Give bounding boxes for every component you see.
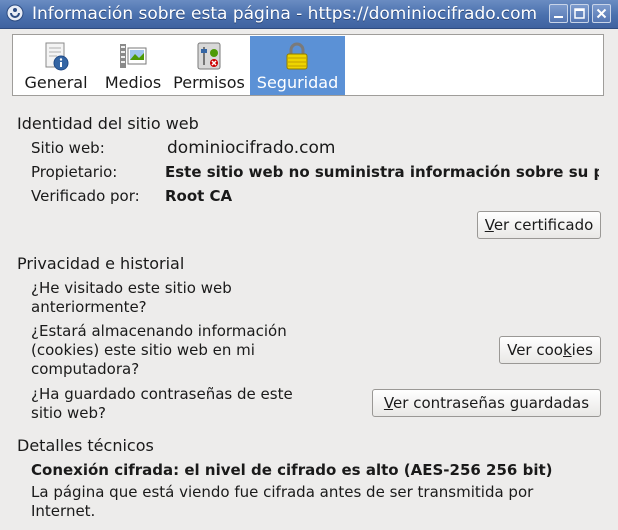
identity-heading: Identidad del sitio web <box>17 114 199 133</box>
tab-media[interactable]: Medios <box>98 36 168 95</box>
close-button[interactable] <box>592 4 611 23</box>
verified-label: Verificado por: <box>31 187 140 205</box>
media-images-icon <box>120 44 147 68</box>
privacy-heading: Privacidad e historial <box>17 254 185 273</box>
tab-permissions-label: Permisos <box>173 73 245 92</box>
view-passwords-accelerator: V <box>383 394 394 412</box>
info-document-icon <box>45 42 69 71</box>
view-certificate-button[interactable]: Ver certificado <box>477 211 601 239</box>
view-cookies-button[interactable]: Ver cookies <box>499 336 601 364</box>
view-cookies-accelerator: k <box>562 341 572 359</box>
passwords-question: ¿Ha guardado contraseñas de este sitio w… <box>31 385 293 422</box>
encryption-description: La página que está viendo fue cifrada an… <box>31 483 534 520</box>
owner-label: Propietario: <box>31 163 118 181</box>
app-icon <box>6 4 24 22</box>
site-label: Sitio web: <box>31 139 105 157</box>
cookies-question: ¿Estará almacenando información (cookies… <box>31 322 287 378</box>
tab-media-label: Medios <box>104 73 162 92</box>
close-icon <box>596 8 607 19</box>
minimize-icon <box>554 16 563 18</box>
visited-question: ¿He visitado este sitio web anteriorment… <box>31 279 232 316</box>
technical-heading: Detalles técnicos <box>17 436 154 455</box>
tab-security-label: Seguridad <box>256 73 339 92</box>
maximize-icon <box>574 8 585 19</box>
maximize-button[interactable] <box>570 4 589 23</box>
view-cert-accelerator: V <box>484 216 494 234</box>
window-title: Información sobre esta página - https://… <box>32 4 538 24</box>
site-value: dominiocifrado.com <box>167 138 336 158</box>
tab-general[interactable]: General <box>14 36 98 95</box>
owner-value: Este sitio web no suministra información… <box>165 163 599 181</box>
tab-security[interactable]: Seguridad <box>250 36 345 95</box>
tab-permissions[interactable]: Permisos <box>168 36 250 95</box>
minimize-button[interactable] <box>549 4 568 23</box>
padlock-icon <box>286 42 308 70</box>
view-passwords-button[interactable]: Ver contraseñas guardadas <box>372 389 601 417</box>
connection-status: Conexión cifrada: el nivel de cifrado es… <box>31 461 553 479</box>
tab-general-label: General <box>24 73 88 92</box>
verified-value: Root CA <box>165 187 233 205</box>
permissions-icon <box>197 42 221 70</box>
tab-strip: General Medios Permisos Seguridad <box>12 34 604 96</box>
title-bar[interactable]: Información sobre esta página - https://… <box>0 0 618 29</box>
